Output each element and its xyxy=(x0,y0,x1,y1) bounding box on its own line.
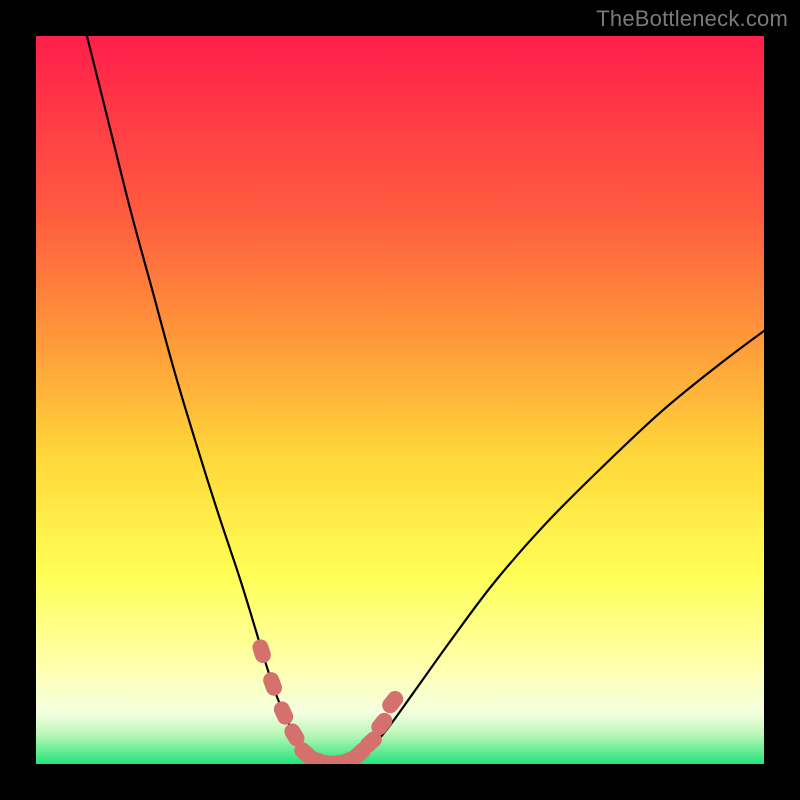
watermark-text: TheBottleneck.com xyxy=(596,6,788,32)
chart-frame: TheBottleneck.com xyxy=(0,0,800,800)
plot-svg xyxy=(36,36,764,764)
plot-area xyxy=(36,36,764,764)
gradient-background xyxy=(36,36,764,764)
